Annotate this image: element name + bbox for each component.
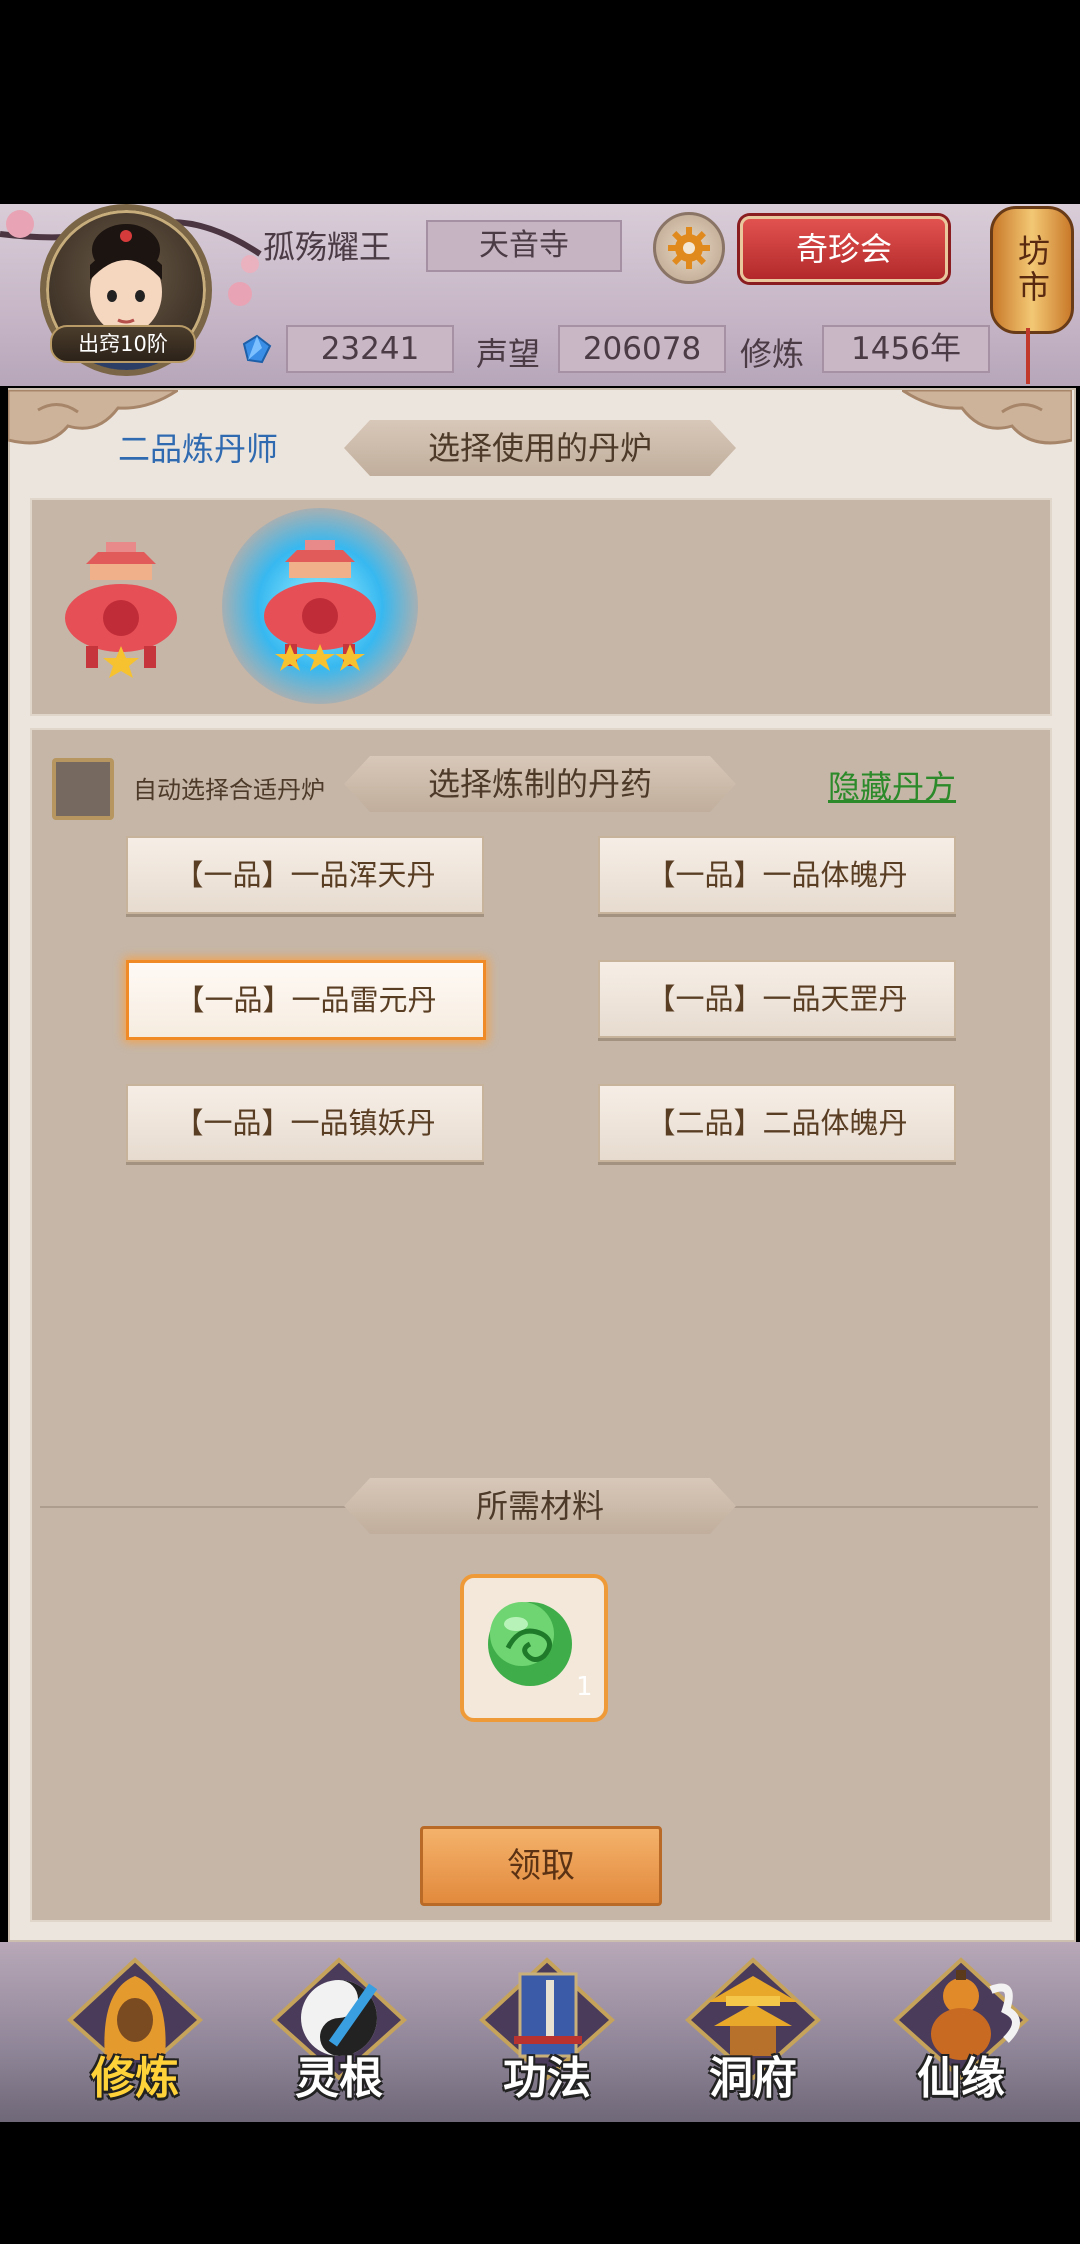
materials-section-title: 所需材料 — [344, 1478, 736, 1534]
lantern-tassel — [1026, 328, 1030, 384]
settings-button[interactable] — [653, 212, 725, 284]
pill-option-zhenyao[interactable]: 【一品】一品镇妖丹 — [126, 1084, 484, 1162]
pill-option-leiyuan[interactable]: 【一品】一品雷元丹 — [126, 960, 486, 1040]
nav-cultivate[interactable]: 修炼 — [50, 1950, 220, 2120]
furnace-3-star[interactable] — [245, 532, 395, 682]
cauldron-icon — [264, 540, 376, 671]
cultivation-years: 1456年 — [822, 325, 990, 373]
hide-recipe-link[interactable]: 隐藏丹方 — [828, 762, 956, 808]
sect-name[interactable]: 天音寺 — [426, 220, 622, 272]
player-rank-badge: 出窍10阶 — [50, 325, 196, 363]
reputation-value: 206078 — [558, 325, 726, 373]
nav-label-cave-dwelling: 洞府 — [709, 2053, 797, 2104]
spirit-stone-icon — [242, 334, 272, 364]
auto-select-checkbox[interactable] — [52, 758, 114, 820]
nav-immortal-fate[interactable]: 仙缘 — [876, 1950, 1046, 2120]
alchemist-rank-title: 二品炼丹师 — [118, 430, 279, 468]
cloud-corner-right-icon — [902, 390, 1072, 445]
pill-option-tipo-grade2[interactable]: 【二品】二品体魄丹 — [598, 1084, 956, 1162]
nav-cave-dwelling[interactable]: 洞府 — [668, 1950, 838, 2120]
nav-label-techniques: 功法 — [503, 2053, 591, 2104]
gear-icon — [668, 227, 710, 269]
material-count: 1 — [576, 1672, 593, 1702]
auto-select-label: 自动选择合适丹炉 — [133, 776, 325, 804]
reputation-label: 声望 — [476, 335, 541, 373]
cauldron-icon — [65, 542, 177, 678]
player-name: 孤殇耀王 — [263, 228, 392, 266]
cultivation-label: 修炼 — [740, 335, 805, 373]
market-lantern-button[interactable]: 坊市 — [990, 206, 1074, 334]
treasure-fair-button[interactable]: 奇珍会 — [740, 216, 948, 282]
nav-spirit-root[interactable]: 灵根 — [254, 1950, 424, 2120]
nav-techniques[interactable]: 功法 — [462, 1950, 632, 2120]
nav-label-cultivate: 修炼 — [91, 2053, 179, 2104]
pill-option-tipo[interactable]: 【一品】一品体魄丹 — [598, 836, 956, 914]
nav-label-spirit-root: 灵根 — [295, 2053, 383, 2104]
spirit-stone-count: 23241 — [286, 325, 454, 373]
furnace-1-star[interactable] — [46, 534, 196, 684]
pill-section-title: 选择炼制的丹药 — [344, 756, 736, 812]
pill-option-hunian[interactable]: 【一品】一品浑天丹 — [126, 836, 484, 914]
pill-option-tiangang[interactable]: 【一品】一品天罡丹 — [598, 960, 956, 1038]
claim-button[interactable]: 领取 — [420, 1826, 662, 1906]
nav-label-immortal-fate: 仙缘 — [917, 2053, 1005, 2104]
furnace-section-title: 选择使用的丹炉 — [344, 420, 736, 476]
